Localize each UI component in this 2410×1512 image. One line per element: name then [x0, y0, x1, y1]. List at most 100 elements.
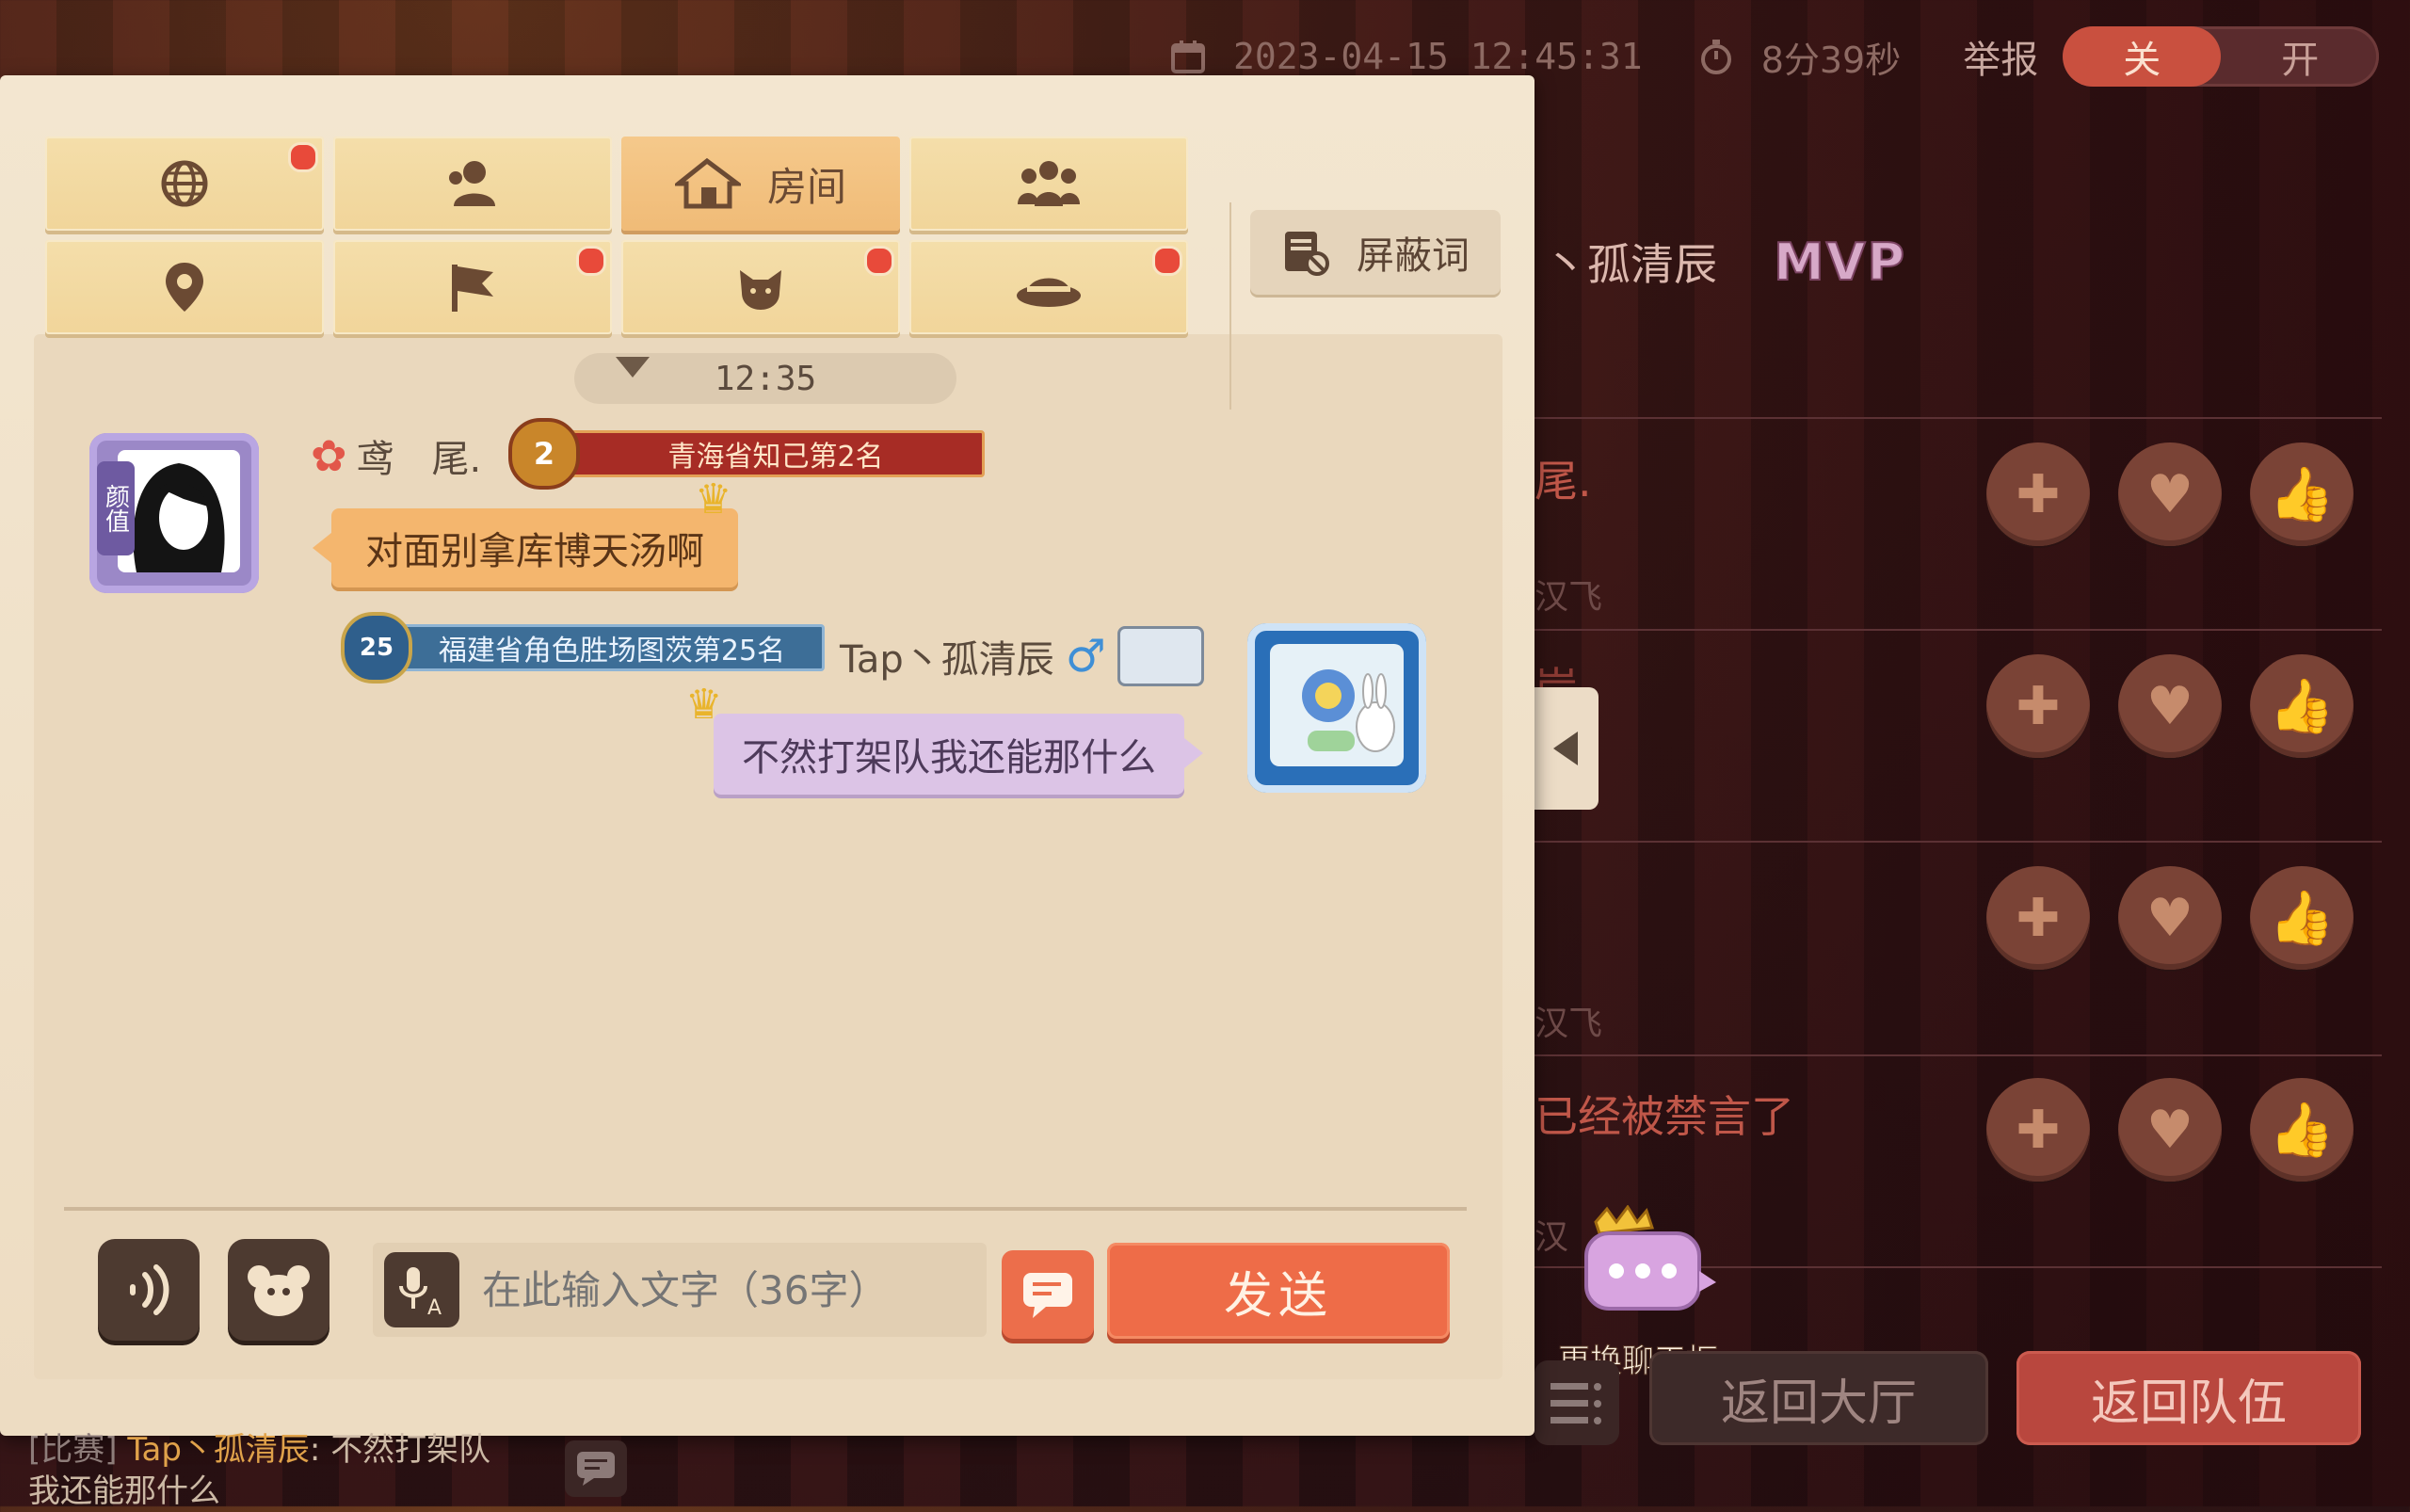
avatar-tag: 颜值	[97, 461, 135, 555]
rank-banner: 2 青海省知己第2名	[508, 418, 985, 490]
mic-translate-icon: A	[399, 1267, 442, 1318]
ticker-separator: :	[309, 1431, 321, 1469]
chevron-left-icon	[1553, 732, 1578, 765]
rank-shield-icon: 2	[508, 418, 580, 490]
list-icon	[1550, 1383, 1601, 1424]
message-input-container: A	[373, 1243, 987, 1337]
row-divider	[1534, 629, 2382, 631]
mvp-row: 丶孤清辰 MVP	[1544, 231, 1906, 293]
speech-to-text-button[interactable]: A	[384, 1252, 459, 1327]
input-divider	[64, 1207, 1467, 1211]
avatar[interactable]: 颜值	[89, 433, 259, 593]
sound-wave-icon	[130, 1264, 169, 1315]
ticker-message-line2: 我还能那什么	[28, 1472, 220, 1510]
chat-time-text: 12:35	[714, 359, 817, 398]
rank-shield-icon: 25	[341, 612, 412, 684]
calendar-icon	[1167, 36, 1209, 77]
favorite-button[interactable]: ♥	[2118, 442, 2222, 546]
hat-icon	[1017, 278, 1081, 307]
tab-room[interactable]: 房间	[621, 137, 900, 231]
toggle-on-option[interactable]: 开	[2221, 26, 2379, 87]
chat-bubble-crown-icon	[1584, 1204, 1716, 1311]
tab-friends[interactable]	[333, 137, 612, 231]
tab-team[interactable]	[909, 137, 1188, 231]
favorite-button[interactable]: ♥	[2118, 654, 2222, 758]
rank-title: 福建省角色胜场图茨第25名	[399, 624, 825, 671]
add-friend-icon: ✚	[2016, 1099, 2061, 1161]
like-button[interactable]: 👍	[2250, 442, 2354, 546]
thumbs-up-icon: 👍	[2269, 676, 2335, 737]
stopwatch-icon	[1695, 36, 1737, 77]
emoji-button[interactable]	[228, 1239, 329, 1341]
block-words-button[interactable]: 屏蔽词	[1250, 210, 1501, 295]
location-pin-icon	[166, 263, 203, 312]
sender-name: 鸢 尾.	[356, 438, 482, 481]
return-lobby-button[interactable]: 返回大厅	[1649, 1351, 1988, 1445]
like-button[interactable]: 👍	[2250, 866, 2354, 970]
player-row-sub: 汉飞	[1534, 1005, 1603, 1043]
add-friend-button[interactable]: ✚	[1986, 866, 2090, 970]
house-icon	[674, 157, 741, 209]
rank-banner: 25 福建省角色胜场图茨第25名	[341, 612, 825, 684]
player-row-status: 已经被禁言了	[1534, 1091, 1794, 1142]
add-friend-button[interactable]: ✚	[1986, 654, 2090, 758]
heart-icon: ♥	[2145, 463, 2194, 525]
triangle-down-icon	[616, 357, 650, 378]
svg-text:A: A	[427, 1296, 442, 1318]
send-button[interactable]: 发送	[1107, 1243, 1450, 1339]
player-row-sub: 汉飞	[1534, 578, 1603, 617]
cat-icon	[740, 270, 781, 310]
avatar-image	[1270, 644, 1404, 766]
avatar[interactable]	[1247, 623, 1426, 793]
sender-name-row: Tap丶孤清辰 ♂	[840, 626, 1204, 686]
favorite-button[interactable]: ♥	[2118, 866, 2222, 970]
thumbs-up-icon: 👍	[2269, 1100, 2335, 1161]
chat-timestamp: 12:35	[574, 353, 956, 404]
row-divider	[1534, 841, 2382, 843]
return-team-button[interactable]: 返回队伍	[2016, 1351, 2361, 1445]
group-icon	[1018, 161, 1080, 206]
toggle-off-option[interactable]: 关	[2063, 26, 2222, 87]
like-button[interactable]: 👍	[2250, 654, 2354, 758]
tab-hat[interactable]	[909, 240, 1188, 334]
tab-guild[interactable]	[333, 240, 612, 334]
report-toggle[interactable]: 关 开	[2063, 26, 2380, 87]
match-duration: 8分39秒	[1760, 39, 1902, 81]
person-icon	[449, 161, 495, 206]
open-chat-button[interactable]	[565, 1440, 627, 1497]
ticker-message-line1: 不然打架队	[330, 1431, 491, 1469]
ticker-channel-tag: [比赛]	[28, 1431, 118, 1469]
crown-icon: ♛	[695, 475, 732, 523]
flag-icon	[452, 265, 493, 312]
tab-separator	[1229, 202, 1231, 410]
player-row-name: 尾.	[1534, 456, 1592, 507]
collapse-chat-tab[interactable]	[1533, 687, 1599, 810]
match-datetime: 2023-04-15 12:45:31	[1233, 36, 1643, 77]
block-words-label: 屏蔽词	[1357, 234, 1470, 278]
tab-room-label: 房间	[766, 163, 846, 210]
row-divider	[1534, 1054, 2382, 1056]
heart-icon: ♥	[2145, 675, 2194, 737]
tab-nearby[interactable]	[45, 240, 324, 334]
add-friend-button[interactable]: ✚	[1986, 1078, 2090, 1182]
chat-bubble-outgoing: 不然打架队我还能那什么	[714, 714, 1203, 795]
add-friend-button[interactable]: ✚	[1986, 442, 2090, 546]
message-input[interactable]	[480, 1265, 973, 1314]
voice-button[interactable]	[98, 1239, 200, 1341]
chat-bubble-incoming: 对面别拿库博天汤啊	[313, 508, 738, 587]
tab-cat[interactable]	[621, 240, 900, 334]
favorite-button[interactable]: ♥	[2118, 1078, 2222, 1182]
report-label: 举报	[1963, 39, 2039, 82]
rank-title: 青海省知己第2名	[567, 430, 985, 477]
notification-dot	[1152, 246, 1182, 276]
mvp-player-name: 丶孤清辰	[1544, 239, 1717, 290]
like-button[interactable]: 👍	[2250, 1078, 2354, 1182]
sender-name: Tap丶孤清辰	[840, 638, 1054, 682]
quick-phrase-button[interactable]	[1002, 1250, 1094, 1339]
male-gender-icon: ♂	[1065, 630, 1106, 683]
tab-world[interactable]	[45, 137, 324, 231]
rose-icon: ✿	[311, 430, 347, 481]
menu-button[interactable]	[1534, 1360, 1619, 1445]
notification-dot	[864, 246, 894, 276]
thumbs-up-icon: 👍	[2269, 888, 2335, 949]
